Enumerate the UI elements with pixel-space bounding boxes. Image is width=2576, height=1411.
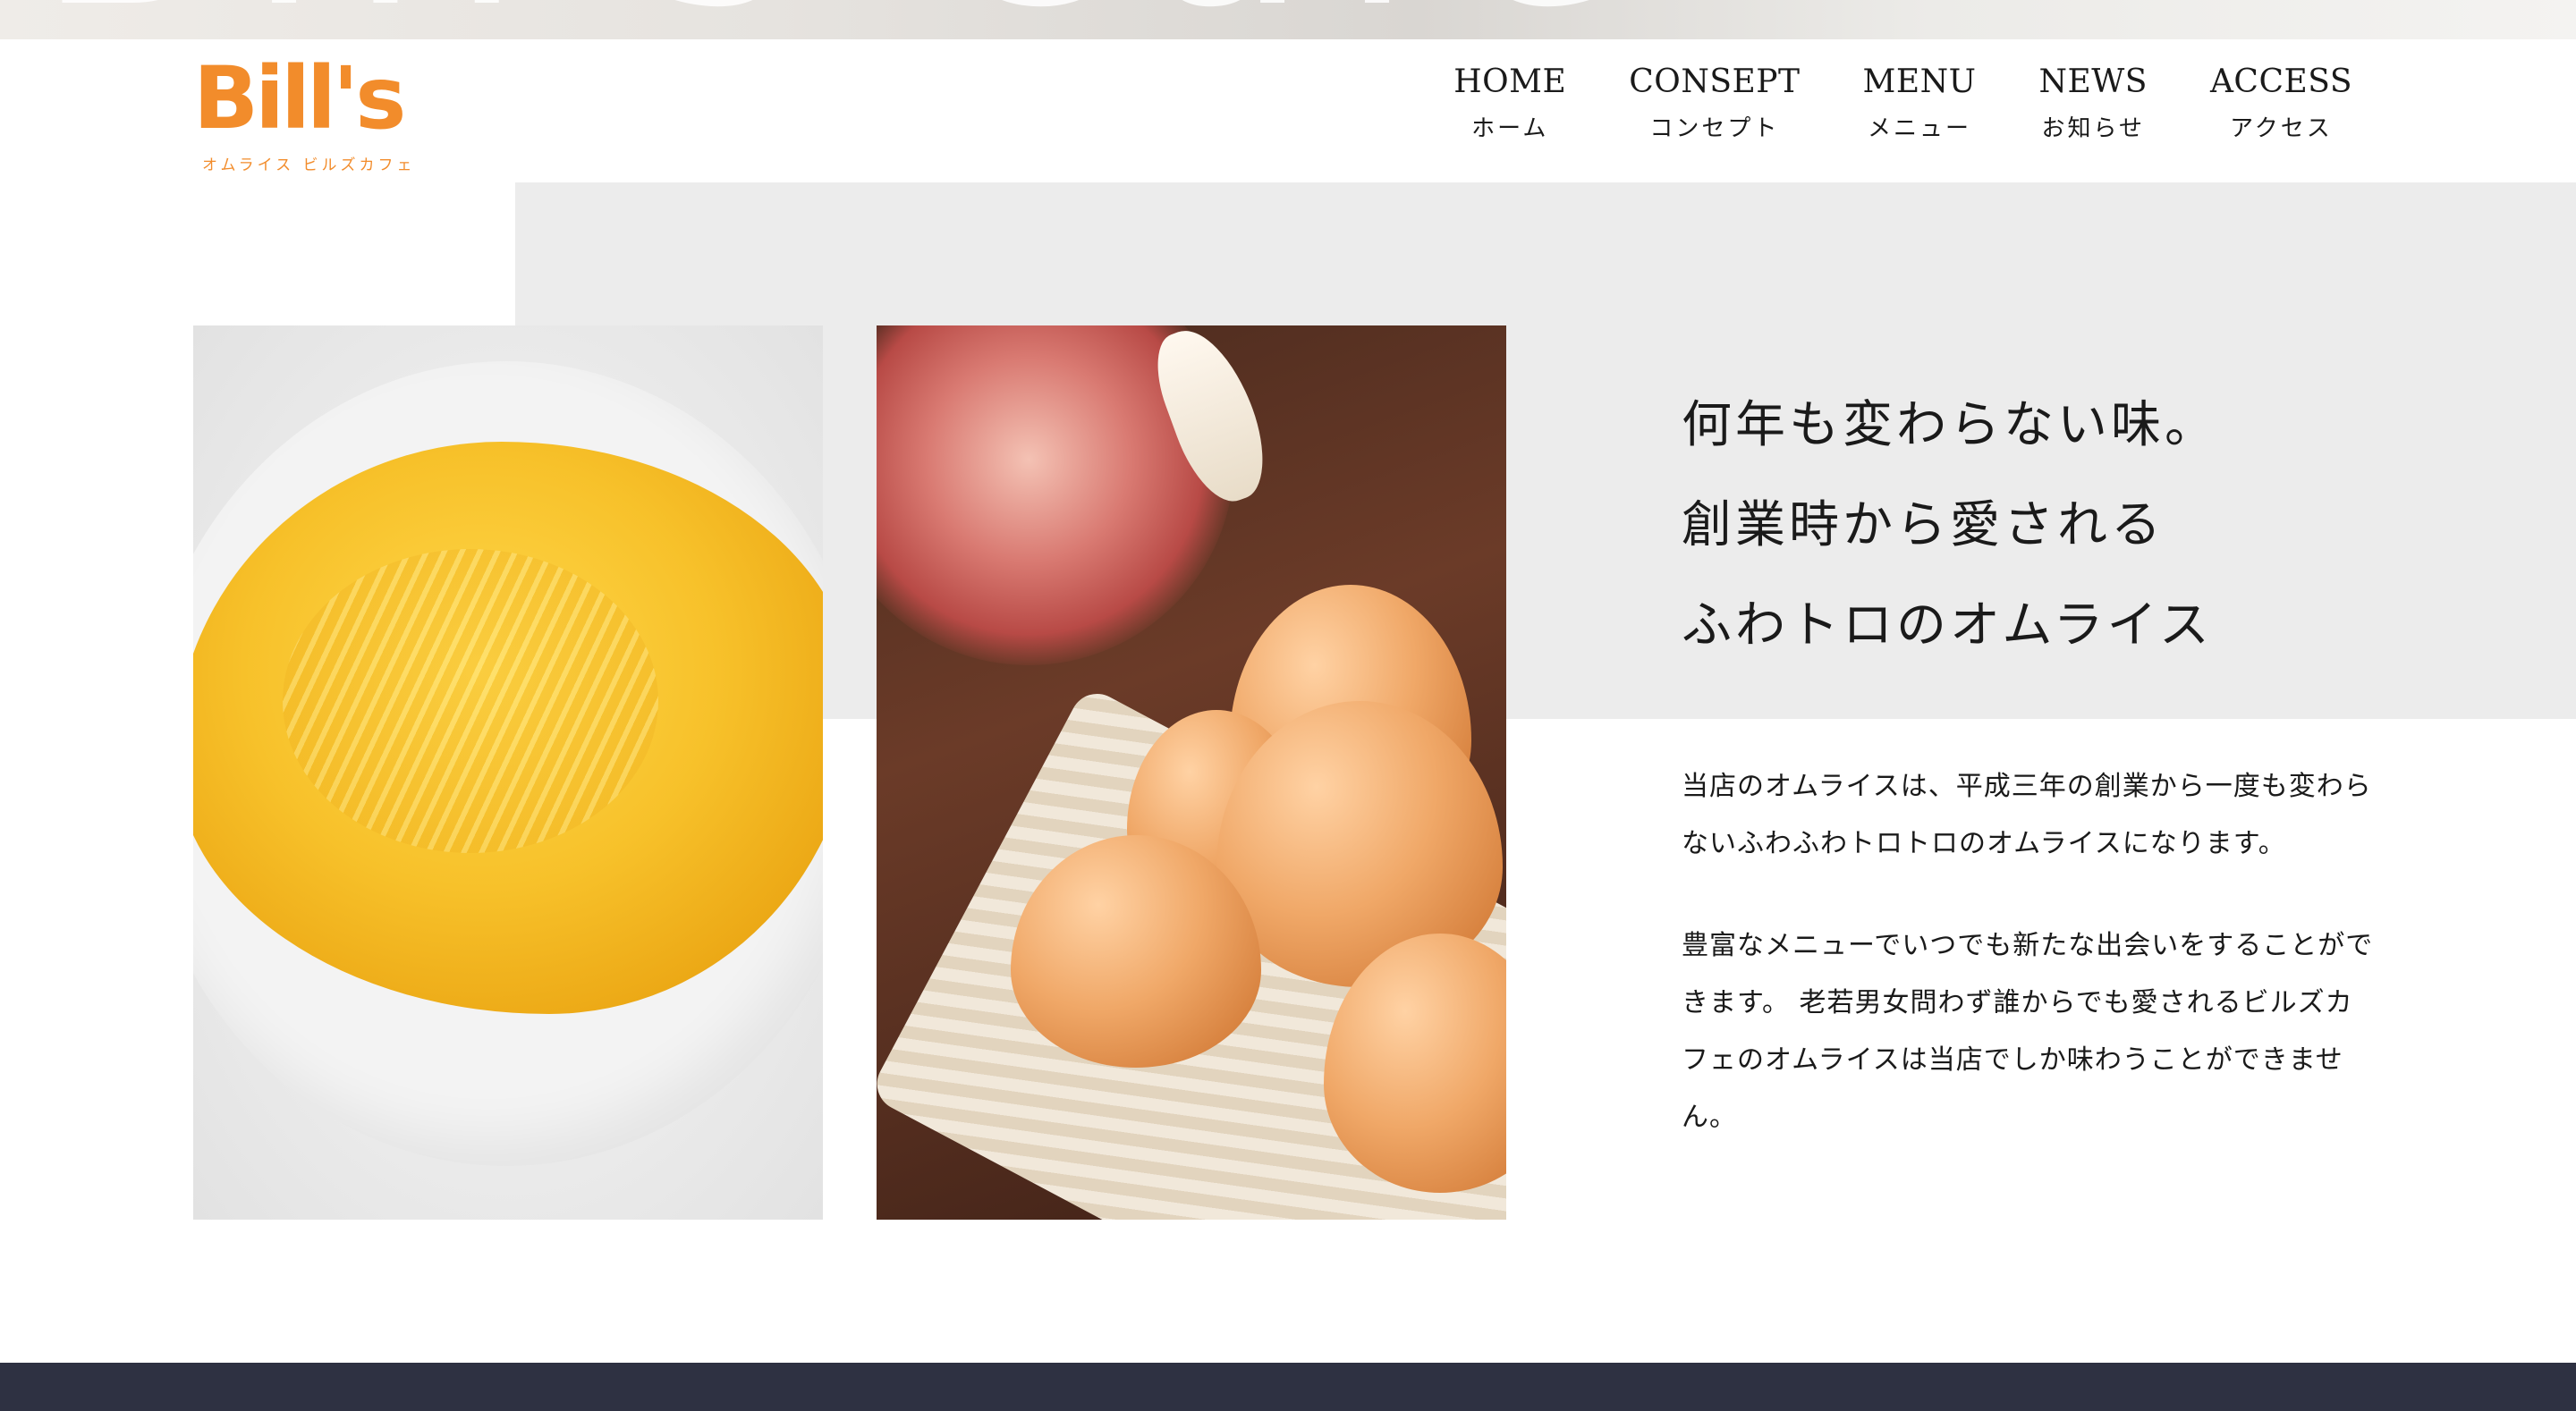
concept-headline: 何年も変わらない味。 創業時から愛される ふわトロのオムライス xyxy=(1682,376,2397,676)
nav-concept-sublabel: コンセプト xyxy=(1649,115,1780,143)
nav-concept-label: CONSEPT xyxy=(1629,63,1801,100)
headline-line-1: 何年も変わらない味。 xyxy=(1682,396,2218,454)
omelet-egg-shape xyxy=(193,442,823,1014)
nav-menu-sublabel: メニュー xyxy=(1867,115,1971,143)
headline-line-3: ふわトロのオムライス xyxy=(1682,596,2213,655)
eggs-basket-photo xyxy=(877,325,1506,1220)
nav-news-label: NEWS xyxy=(2038,63,2148,100)
nav-menu[interactable]: MENU メニュー xyxy=(1863,63,1977,143)
nav-menu-label: MENU xyxy=(1862,63,1977,100)
hero-image-strip: Bill's Cafe xyxy=(0,0,2576,39)
headline-line-2: 創業時から愛される xyxy=(1682,496,2165,554)
site-header: Bill's オムライス ビルズカフェ HOME ホーム CONSEPT コンセ… xyxy=(0,39,2576,182)
nav-home[interactable]: HOME ホーム xyxy=(1453,63,1566,143)
footer-band xyxy=(0,1363,2576,1411)
nav-news-sublabel: お知らせ xyxy=(2041,115,2145,143)
logo-mark: Bill's xyxy=(193,48,406,148)
concept-paragraph-1: 当店のオムライスは、平成三年の創業から一度も変わらないふわふわトロトロのオムライ… xyxy=(1682,771,2372,859)
nav-access-label: ACCESS xyxy=(2209,63,2352,100)
omelet-photo xyxy=(193,325,823,1220)
nav-home-sublabel: ホーム xyxy=(1471,115,1549,143)
nav-concept[interactable]: CONSEPT コンセプト xyxy=(1629,63,1800,143)
nav-access-sublabel: アクセス xyxy=(2230,115,2333,143)
nav-access[interactable]: ACCESS アクセス xyxy=(2210,63,2352,143)
main-nav: HOME ホーム CONSEPT コンセプト MENU メニュー NEWS お知… xyxy=(1453,63,2352,143)
site-logo[interactable]: Bill's オムライス ビルズカフェ xyxy=(193,48,412,174)
logo-subtitle: オムライス ビルズカフェ xyxy=(202,156,416,174)
hero-ghost-text: Bill's Cafe xyxy=(36,0,1649,39)
concept-paragraph-2: 豊富なメニューでいつでも新たな出会いをすることができます。 老若男女問わず誰から… xyxy=(1682,930,2374,1133)
nav-news[interactable]: NEWS お知らせ xyxy=(2038,63,2147,143)
nav-home-label: HOME xyxy=(1453,63,1567,100)
